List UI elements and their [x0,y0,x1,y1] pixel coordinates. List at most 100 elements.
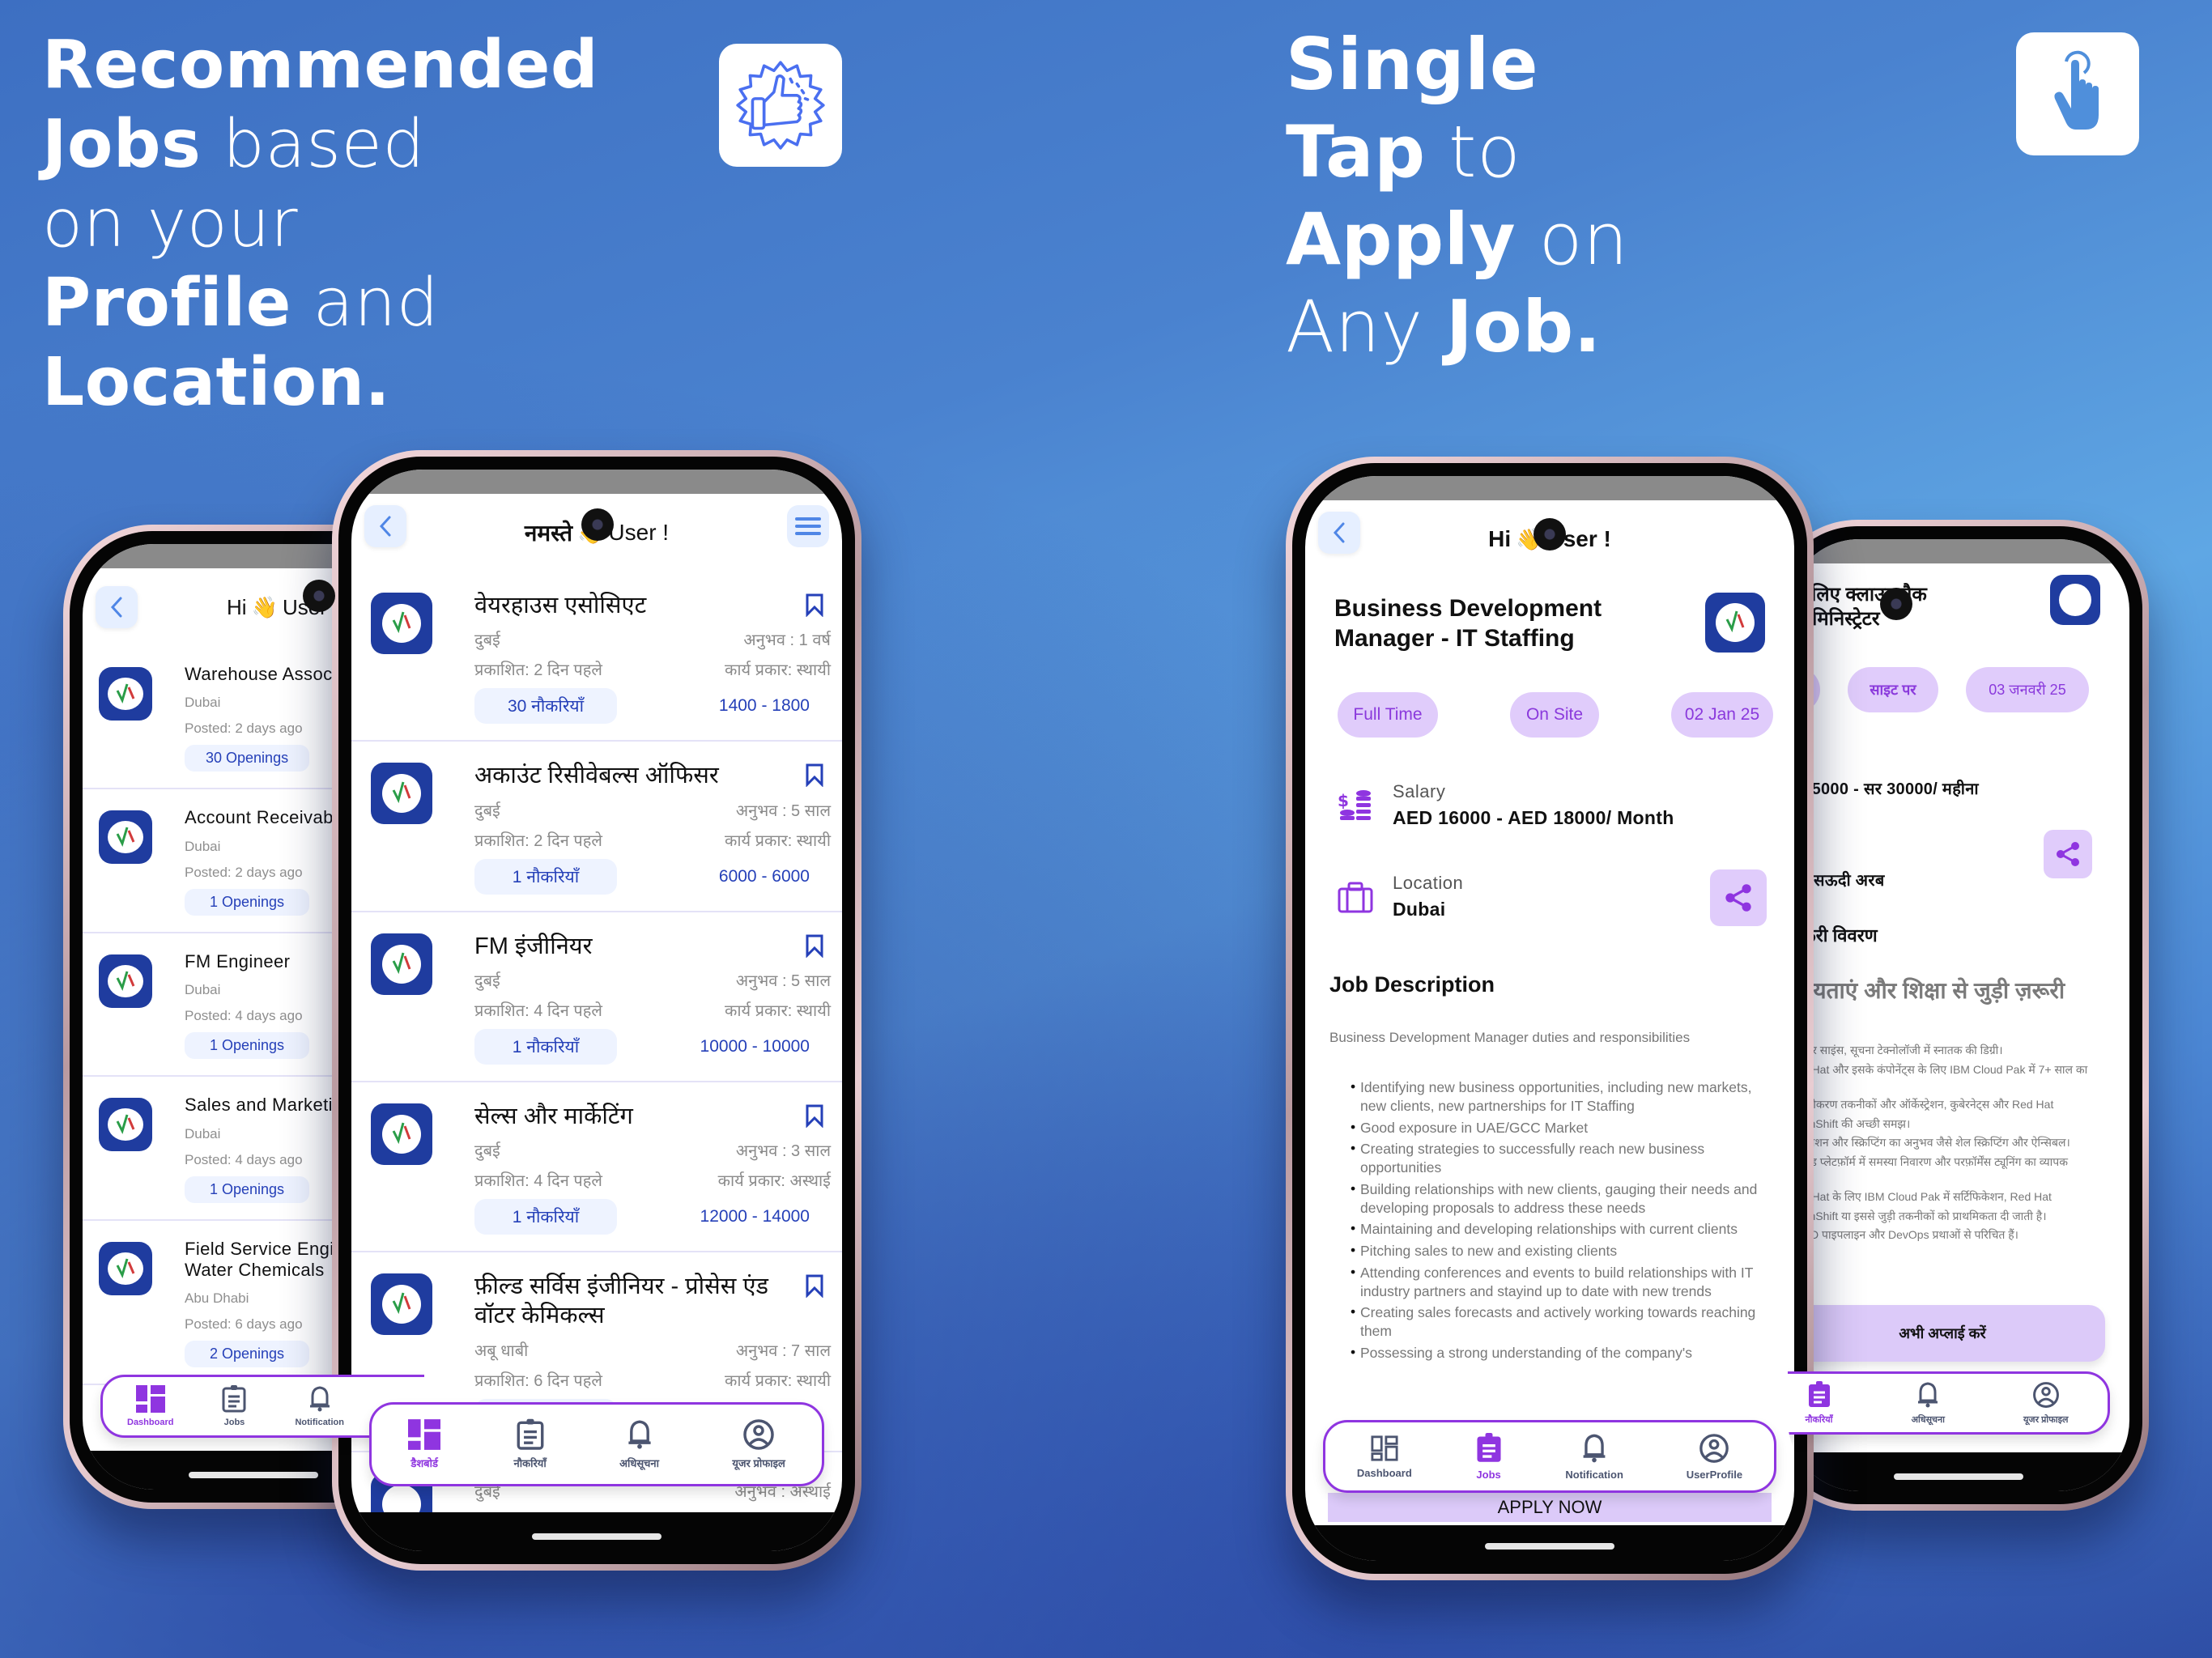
salary-coins-icon: $ [1338,789,1371,820]
home-indicator [1485,1543,1614,1550]
screen: के लिए क्लाउड पैक एडमिनिस्ट्रेटर साइट पर… [1788,539,2129,1491]
salary-label: Salary [1393,781,1446,802]
back-button[interactable] [1318,512,1360,554]
nav-jobs[interactable]: Jobs [1475,1432,1503,1481]
job-title: अकाउंट रिसीवेबल्स ऑफिसर [474,763,719,789]
company-logo [99,667,152,721]
nav-dashboard[interactable]: Dashboard [127,1385,173,1427]
status-bar [1788,539,2129,563]
company-logo [371,1103,432,1165]
bell-icon [309,1386,330,1412]
job-posted: प्रकाशित: 4 दिन पहले [474,1001,602,1020]
nav-notification[interactable]: Notification [295,1385,344,1427]
salary-section: $ Salary AED 16000 - AED 18000/ Month [1305,781,1794,829]
bookmark-icon [806,1104,823,1129]
apply-now-button[interactable]: APPLY NOW [1328,1493,1772,1522]
location-section: जगह जेद्दा, सऊदी अरब [1788,830,2129,891]
headline-line: Location. [42,344,391,421]
nav-user-profile[interactable]: UserProfile [1687,1433,1742,1481]
job-work-type: कार्य प्रकार: अस्थाई [717,1172,831,1190]
openings-badge: 1 Openings [185,1032,309,1060]
dashboard-icon [1371,1435,1398,1461]
bookmark-icon [806,1274,823,1299]
bell-icon [627,1420,651,1449]
user-profile-icon [2032,1381,2059,1408]
openings-badge: 30 Openings [185,745,310,772]
description-item: Good exposure in UAE/GCC Market [1351,1118,1770,1137]
bookmark-button[interactable] [805,1273,824,1302]
job-list-item[interactable]: FM इंजीनियर दुबई अनुभव : 5 साल प्रकाशित: … [351,912,842,1082]
description-list: Identifying new business opportunities, … [1305,1078,1794,1363]
job-location: दुबई [474,971,500,990]
bookmark-icon [806,934,823,959]
description-heading: Job Description [1329,972,1495,997]
bottom-navigation: Dashboard Jobs Notification UserProfile [1323,1420,1776,1493]
location-section: Location Dubai [1305,869,1794,927]
nav-jobs[interactable]: नौकरियाँ [514,1418,547,1470]
back-button[interactable] [96,586,138,628]
job-list-item[interactable]: अकाउंट रिसीवेबल्स ऑफिसर दुबई अनुभव : 5 सा… [351,742,842,912]
menu-button[interactable] [787,505,829,547]
job-list-item[interactable]: वेयरहाउस एसोसिएट दुबई अनुभव : 1 वर्ष प्रक… [351,572,842,742]
bookmark-button[interactable] [805,1103,824,1132]
nav-notification[interactable]: अधिसूचना [619,1418,659,1470]
bookmark-button[interactable] [805,593,824,621]
location-value: Dubai [1393,899,1446,920]
chevron-left-icon [1333,522,1345,543]
job-location: दुबई [474,631,500,650]
bookmark-icon [806,593,823,618]
bottom-navigation: डैशबोर्ड नौकरियाँ अधिसूचना यूजर प्रोफाइल [369,1402,824,1486]
headline-line: Apply on [1286,198,1629,281]
bookmark-button[interactable] [805,933,824,962]
headline-single-tap: Single Tap to Apply on Any Job. [1286,29,1628,379]
briefcase-icon [1338,882,1373,913]
headline-line: Tap to [1286,110,1521,193]
openings-badge: 1 Openings [185,888,309,916]
tap-hand-icon [2054,50,2099,130]
salary-value: AED 16000 - AED 18000/ Month [1393,807,1674,829]
job-title: सेल्स और मार्केटिंग [474,1103,633,1129]
phone-hindi-job-detail: के लिए क्लाउड पैक एडमिनिस्ट्रेटर साइट पर… [1768,520,2149,1511]
share-icon [2057,842,2079,866]
nav-jobs[interactable]: Jobs [222,1385,246,1427]
job-posted: प्रकाशित: 6 दिन पहले [474,1371,602,1390]
nav-notification[interactable]: अधिसूचना [1912,1381,1945,1426]
openings-badge: 1 नौकरियाँ [474,1199,617,1235]
company-logo [371,763,432,825]
share-button[interactable] [2044,830,2092,878]
job-list-item[interactable]: सेल्स और मार्केटिंग दुबई अनुभव : 3 साल प्… [351,1082,842,1252]
jobs-clipboard-icon [517,1418,544,1450]
headline-line: Single [1286,23,1539,106]
apply-now-button[interactable]: अभी अप्लाई करें [1788,1305,2105,1362]
nav-dashboard[interactable]: डैशबोर्ड [408,1418,441,1470]
company-logo [99,1241,152,1295]
nav-user-profile[interactable]: यूजर प्रोफाइल [2023,1381,2068,1426]
home-indicator [532,1533,661,1540]
job-posted: प्रकाशित: 2 दिन पहले [474,831,602,850]
chip-posted-date: 03 जनवरी 25 [1966,667,2089,712]
share-button[interactable] [1710,869,1767,927]
description-item: Attending conferences and events to buil… [1351,1263,1770,1301]
job-chips: Full Time On Site 02 Jan 25 [1305,692,1794,738]
job-header: के लिए क्लाउड पैक एडमिनिस्ट्रेटर [1788,563,2129,631]
description-item: Building relationships with new clients,… [1351,1180,1770,1218]
headline-recommended-jobs: Recommended Jobs based on your Profile a… [42,32,598,429]
thumbs-up-badge [719,44,842,167]
nav-dashboard[interactable]: Dashboard [1357,1435,1412,1479]
nav-user-profile[interactable]: यूजर प्रोफाइल [732,1418,785,1470]
front-camera [1880,588,1912,620]
bell-icon [1918,1381,1938,1407]
back-button[interactable] [364,505,406,547]
nav-jobs[interactable]: नौकरियाँ [1806,1380,1833,1426]
nav-notification[interactable]: Notification [1565,1433,1623,1481]
description-item: Possessing a strong understanding of the… [1351,1343,1770,1363]
home-indicator [189,1472,318,1478]
bookmark-icon [806,763,823,788]
description-item: Creating sales forecasts and actively wo… [1351,1303,1770,1341]
bookmark-button[interactable] [805,763,824,791]
openings-badge: 1 नौकरियाँ [474,858,617,895]
salary-range: 1400 - 1800 [718,696,810,716]
chevron-left-icon [379,516,391,537]
phone-english-job-detail: Hi 👋 User ! Business Development Manager… [1286,457,1814,1580]
home-indicator [1894,1473,2023,1480]
